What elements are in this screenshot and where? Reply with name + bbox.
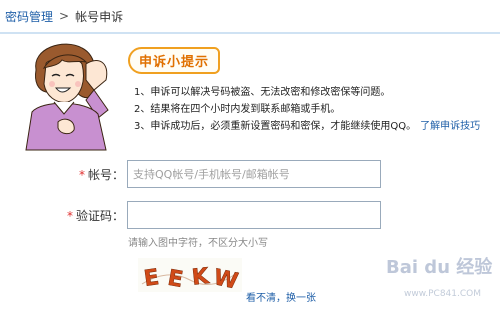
captcha-hint: 请输入图中字符，不区分大小写 xyxy=(128,238,268,249)
appeal-tips-link[interactable]: 了解申诉技巧 xyxy=(420,121,480,132)
cartoon-girl-illustration xyxy=(25,43,109,151)
account-label: 帐号： xyxy=(87,168,124,182)
account-input[interactable] xyxy=(127,160,381,188)
tips-list: 1、申诉可以解决号码被盗、无法改密和修改密保等问题。 2、结果将在四个小时内发到… xyxy=(134,84,498,135)
tip-item-1: 1、申诉可以解决号码被盗、无法改密和修改密保等问题。 xyxy=(134,87,391,98)
breadcrumb-current: 帐号申诉 xyxy=(75,9,124,24)
tip-item-3-text: 3、申诉成功后，必须重新设置密码和密保，才能继续使用QQ。 xyxy=(134,121,417,132)
breadcrumb: 密码管理 > 帐号申诉 xyxy=(0,0,500,34)
captcha-input[interactable] xyxy=(127,201,381,229)
required-mark: * xyxy=(78,168,85,182)
captcha-label: 验证码： xyxy=(75,209,124,223)
account-label-row: * 帐号： xyxy=(58,166,124,183)
captcha-refresh-link[interactable]: 看不清，换一张 xyxy=(246,289,316,304)
tips-title-badge: 申诉小提示 xyxy=(128,47,220,74)
baidu-watermark-logo: Bai du 经验 xyxy=(386,257,493,278)
breadcrumb-password-management[interactable]: 密码管理 xyxy=(5,8,53,25)
captcha-char-4: W xyxy=(211,265,240,292)
tips-title: 申诉小提示 xyxy=(138,55,209,70)
tip-item-2: 2、结果将在四个小时内发到联系邮箱或手机。 xyxy=(134,104,341,115)
required-mark: * xyxy=(66,209,73,223)
watermark-url: www.PC841.COM xyxy=(404,289,482,299)
breadcrumb-separator: > xyxy=(59,9,70,23)
captcha-image[interactable]: E E K W xyxy=(138,258,242,292)
captcha-label-row: * 验证码： xyxy=(58,207,124,224)
tip-item-3: 3、申诉成功后，必须重新设置密码和密保，才能继续使用QQ。 了解申诉技巧 xyxy=(134,118,498,135)
